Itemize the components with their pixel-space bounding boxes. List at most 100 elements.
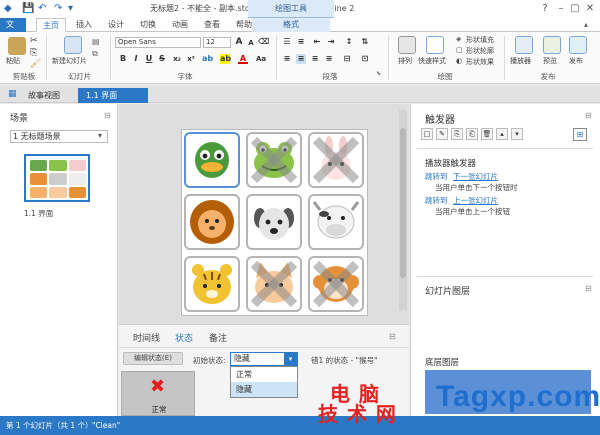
arrange-button[interactable]: 排列 — [398, 56, 412, 66]
slide-thumbnail[interactable] — [24, 154, 90, 202]
tab-story-view[interactable]: 故事视图 — [20, 88, 68, 103]
justify-icon[interactable]: ≡ — [324, 54, 334, 64]
copy-icon[interactable]: ⎘ — [30, 48, 37, 58]
tab-view[interactable]: 查看 — [198, 18, 226, 32]
font-color-icon[interactable]: A — [238, 54, 248, 64]
change-case-icon[interactable]: Aa — [256, 54, 266, 64]
frog-tile[interactable] — [246, 132, 302, 188]
tab-design[interactable]: 设计 — [102, 18, 130, 32]
cat-tile[interactable] — [246, 256, 302, 312]
state-option-hidden[interactable]: 隐藏 — [231, 382, 297, 397]
cut-icon[interactable]: ✂ — [30, 36, 38, 46]
highlight-icon[interactable]: ab — [220, 54, 231, 64]
new-slide-icon[interactable] — [64, 36, 82, 54]
chevron-down-icon[interactable]: ▾ — [284, 353, 297, 365]
close-icon[interactable]: ✕ — [583, 2, 597, 16]
preview-button[interactable]: 预览 — [543, 56, 557, 66]
maximize-icon[interactable]: ▢ — [568, 2, 582, 16]
delete-trigger-icon[interactable]: 🗑 — [481, 128, 493, 140]
font-size-select[interactable]: 12 — [203, 37, 231, 48]
tab-transitions[interactable]: 切换 — [134, 18, 162, 32]
minimize-icon[interactable]: – — [554, 2, 568, 16]
text-direction-icon[interactable]: ⇅ — [360, 37, 370, 47]
lion-tile[interactable] — [184, 194, 240, 250]
paste-trigger-icon[interactable]: ⎗ — [466, 128, 478, 140]
italic-icon[interactable]: I — [131, 54, 141, 64]
line-spacing-icon[interactable]: ↕ — [344, 37, 354, 47]
align-left-icon[interactable]: ≡ — [282, 54, 292, 64]
player-button[interactable]: 播放器 — [510, 56, 531, 66]
tab-timeline[interactable]: 时间线 — [133, 331, 160, 344]
align-right-icon[interactable]: ≡ — [310, 54, 320, 64]
publish-icon[interactable] — [569, 36, 587, 54]
tab-animations[interactable]: 动画 — [166, 18, 194, 32]
font-family-select[interactable]: Open Sans — [115, 37, 201, 48]
rabbit-tile[interactable] — [308, 132, 364, 188]
tab-slide-interface[interactable]: 1.1 界面 — [78, 88, 148, 103]
publish-button[interactable]: 发布 — [569, 56, 583, 66]
panel-pin-icon[interactable]: ⊟ — [585, 111, 592, 120]
shape-effects-icon[interactable]: ◐ — [456, 57, 462, 65]
vertical-scrollbar[interactable] — [399, 110, 407, 310]
trigger-target-next[interactable]: 下一张幻灯片 — [453, 171, 498, 182]
monkey-tile[interactable] — [308, 256, 364, 312]
format-painter-icon[interactable]: 🖌 — [30, 59, 41, 69]
player-icon[interactable] — [515, 36, 533, 54]
tab-insert[interactable]: 插入 — [70, 18, 98, 32]
superscript-icon[interactable]: x² — [186, 54, 196, 64]
scene-select[interactable]: 1 无标题场景 — [10, 130, 108, 143]
redo-icon[interactable]: ↷ — [54, 3, 62, 14]
quick-styles-button[interactable]: 快速样式 — [418, 56, 446, 66]
tab-states[interactable]: 状态 — [175, 331, 193, 344]
state-option-normal[interactable]: 正常 — [231, 367, 297, 382]
autofit-icon[interactable]: ⊡ — [360, 54, 370, 64]
grow-font-icon[interactable]: A — [234, 37, 244, 47]
shape-outline-icon[interactable]: ▢ — [456, 46, 463, 54]
trigger-action[interactable]: 跳转到 — [425, 195, 448, 206]
increase-indent-icon[interactable]: ⇥ — [326, 37, 336, 47]
panel-pin-icon[interactable]: ⊟ — [389, 332, 396, 341]
shape-outline-button[interactable]: 形状轮廓 — [466, 46, 494, 56]
copy-trigger-icon[interactable]: ⎘ — [451, 128, 463, 140]
shrink-font-icon[interactable]: A — [246, 38, 256, 48]
numbering-icon[interactable]: ≡ — [296, 37, 306, 47]
ribbon-collapse-icon[interactable]: ▴ — [584, 20, 588, 29]
text-highlight-icon[interactable]: ab — [202, 54, 213, 64]
move-down-icon[interactable]: ▾ — [511, 128, 523, 140]
align-text-icon[interactable]: ⊟ — [342, 54, 352, 64]
shape-fill-icon[interactable]: ◈ — [456, 35, 461, 43]
undo-icon[interactable]: ↶ — [38, 3, 46, 14]
align-center-icon[interactable]: ≡ — [296, 54, 306, 64]
tab-file[interactable]: 文件 — [0, 18, 26, 43]
panel-pin-icon[interactable]: ⊟ — [585, 284, 592, 293]
paragraph-launcher-icon[interactable]: ⬊ — [376, 70, 381, 77]
duck-tile[interactable] — [184, 132, 240, 188]
tab-home[interactable]: 主页 — [36, 18, 66, 32]
slide-properties-icon[interactable]: ⊞ — [573, 128, 587, 141]
dog-tile[interactable] — [246, 194, 302, 250]
clear-format-icon[interactable]: ⌫ — [258, 37, 269, 47]
trigger-target-prev[interactable]: 上一张幻灯片 — [453, 195, 498, 206]
shape-fill-button[interactable]: 形状填充 — [466, 35, 494, 45]
paste-icon[interactable] — [8, 37, 26, 55]
help-icon[interactable]: ? — [538, 2, 552, 16]
scrollbar-thumb[interactable] — [400, 128, 406, 278]
bullets-icon[interactable]: ☰ — [282, 37, 292, 47]
new-trigger-icon[interactable]: □ — [421, 128, 433, 140]
duplicate-slide-icon[interactable]: ⧉ — [92, 49, 98, 59]
chevron-down-icon[interactable]: ▾ — [98, 131, 102, 140]
tab-format[interactable]: 格式 — [252, 18, 330, 32]
customize-chevron-icon[interactable]: ▾ — [68, 3, 73, 14]
decrease-indent-icon[interactable]: ⇤ — [312, 37, 322, 47]
edit-trigger-icon[interactable]: ✎ — [436, 128, 448, 140]
edit-states-button[interactable]: 编辑状态(E) — [123, 352, 183, 365]
shape-effects-button[interactable]: 形状效果 — [466, 57, 494, 67]
panel-pin-icon[interactable]: ⊟ — [104, 111, 111, 120]
new-slide-button[interactable]: 新建幻灯片 — [52, 56, 87, 66]
strikethrough-icon[interactable]: S — [157, 54, 167, 64]
paste-button[interactable]: 粘贴 — [6, 56, 20, 66]
arrange-icon[interactable] — [398, 36, 416, 54]
tab-notes[interactable]: 备注 — [209, 331, 227, 344]
state-thumbnail-normal[interactable]: ✖ 正常 — [121, 371, 195, 416]
cow-tile[interactable] — [308, 194, 364, 250]
